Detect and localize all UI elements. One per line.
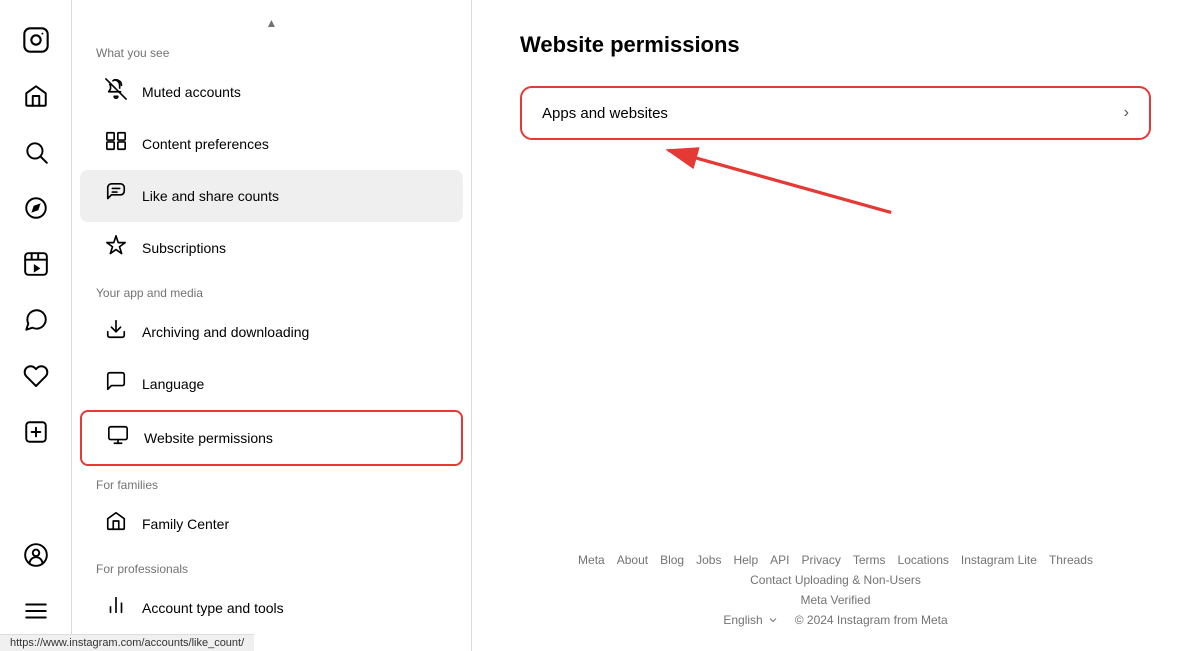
language-label: English (723, 613, 762, 627)
content-preferences-label: Content preferences (142, 136, 269, 152)
footer: Meta About Blog Jobs Help API Privacy Te… (520, 553, 1151, 627)
sidebar-item-website-permissions[interactable]: Website permissions (80, 410, 463, 466)
footer-link-threads[interactable]: Threads (1049, 553, 1093, 567)
account-type-icon (104, 594, 128, 622)
muted-accounts-label: Muted accounts (142, 84, 241, 100)
messages-icon[interactable] (12, 296, 60, 344)
menu-icon[interactable] (12, 587, 60, 635)
sidebar-item-archiving[interactable]: Archiving and downloading (80, 306, 463, 358)
language-selector[interactable]: English (723, 613, 778, 627)
icon-bar (0, 0, 72, 651)
sidebar-item-language[interactable]: Language (80, 358, 463, 410)
profile-icon[interactable] (12, 531, 60, 579)
chevron-right-icon: › (1124, 104, 1129, 122)
footer-link-locations[interactable]: Locations (898, 553, 949, 567)
footer-links: Meta About Blog Jobs Help API Privacy Te… (520, 553, 1151, 587)
apps-websites-label: Apps and websites (542, 105, 668, 122)
website-permissions-label: Website permissions (144, 430, 273, 446)
language-icon (104, 370, 128, 398)
footer-link-jobs[interactable]: Jobs (696, 553, 721, 567)
footer-link-instagram-lite[interactable]: Instagram Lite (961, 553, 1037, 567)
footer-link-help[interactable]: Help (733, 553, 758, 567)
footer-link-blog[interactable]: Blog (660, 553, 684, 567)
archiving-label: Archiving and downloading (142, 324, 309, 340)
archiving-icon (104, 318, 128, 346)
footer-copyright: © 2024 Instagram from Meta (795, 613, 948, 627)
notifications-icon[interactable] (12, 352, 60, 400)
sidebar: ▲ What you see Muted accounts Content pr… (72, 0, 472, 651)
section-label-app-media: Your app and media (72, 274, 471, 306)
sidebar-item-muted-accounts[interactable]: Muted accounts (80, 66, 463, 118)
sidebar-item-content-preferences[interactable]: Content preferences (80, 118, 463, 170)
section-label-what-you-see: What you see (72, 34, 471, 66)
footer-link-terms[interactable]: Terms (853, 553, 886, 567)
family-center-label: Family Center (142, 516, 229, 532)
annotation-arrow (520, 140, 1151, 220)
family-center-icon (104, 510, 128, 538)
url-bar: https://www.instagram.com/accounts/like_… (0, 634, 254, 651)
footer-language-row: English © 2024 Instagram from Meta (520, 613, 1151, 627)
language-chevron-icon (767, 614, 779, 626)
sidebar-item-subscriptions[interactable]: Subscriptions (80, 222, 463, 274)
section-label-families: For families (72, 466, 471, 498)
content-preferences-icon (104, 130, 128, 158)
apps-websites-card[interactable]: Apps and websites › (520, 86, 1151, 140)
create-icon[interactable] (12, 408, 60, 456)
main-content: Website permissions Apps and websites › … (472, 0, 1199, 651)
search-icon[interactable] (12, 128, 60, 176)
explore-icon[interactable] (12, 184, 60, 232)
footer-link-privacy[interactable]: Privacy (802, 553, 841, 567)
sidebar-item-account-type[interactable]: Account type and tools (80, 582, 463, 634)
scroll-up-arrow[interactable]: ▲ (72, 12, 471, 34)
footer-link-api[interactable]: API (770, 553, 789, 567)
instagram-logo-icon[interactable] (12, 16, 60, 64)
account-type-label: Account type and tools (142, 600, 284, 616)
footer-meta-verified[interactable]: Meta Verified (520, 593, 1151, 607)
subscriptions-icon (104, 234, 128, 262)
home-icon[interactable] (12, 72, 60, 120)
subscriptions-label: Subscriptions (142, 240, 226, 256)
footer-link-contact[interactable]: Contact Uploading & Non-Users (750, 573, 921, 587)
page-title: Website permissions (520, 32, 1151, 58)
website-permissions-icon (106, 424, 130, 452)
reels-icon[interactable] (12, 240, 60, 288)
like-share-counts-label: Like and share counts (142, 188, 279, 204)
muted-accounts-icon (104, 78, 128, 106)
language-label: Language (142, 376, 204, 392)
footer-link-meta[interactable]: Meta (578, 553, 605, 567)
section-label-professionals: For professionals (72, 550, 471, 582)
sidebar-item-family-center[interactable]: Family Center (80, 498, 463, 550)
like-share-counts-icon (104, 182, 128, 210)
sidebar-item-like-share-counts[interactable]: Like and share counts (80, 170, 463, 222)
footer-link-about[interactable]: About (617, 553, 648, 567)
